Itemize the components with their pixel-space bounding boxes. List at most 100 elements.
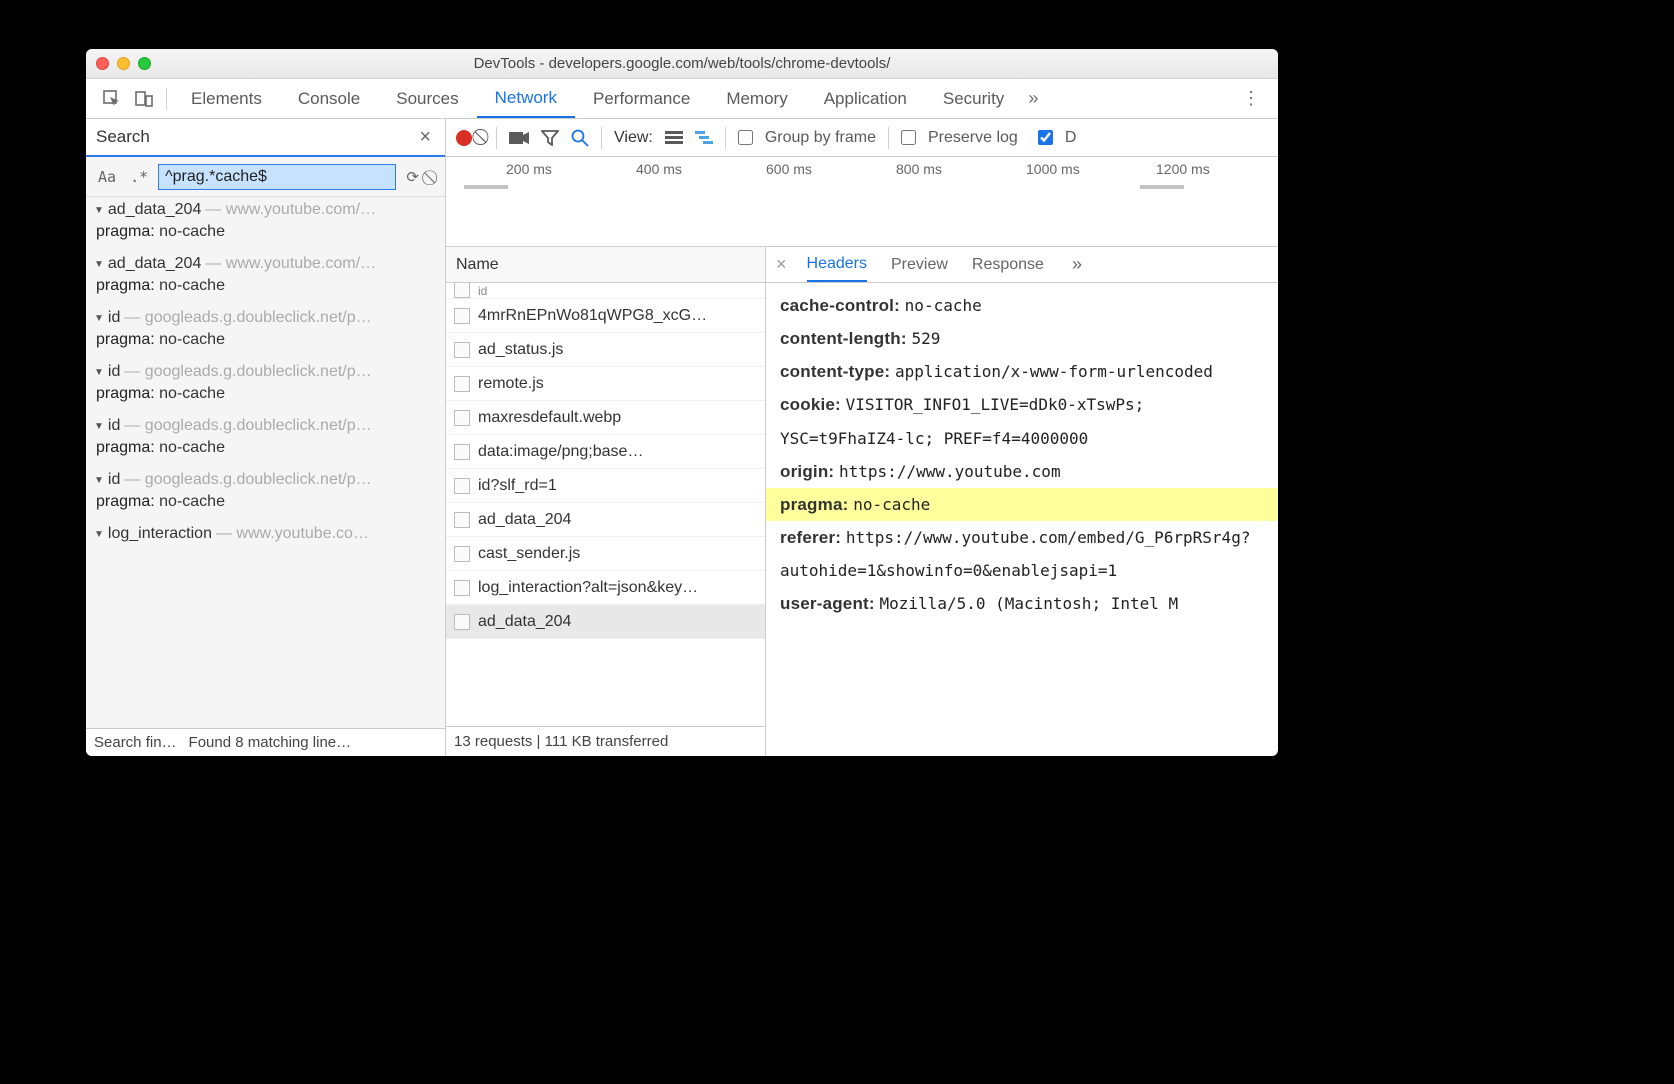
request-item[interactable]: remote.js (446, 367, 765, 401)
request-name: cast_sender.js (478, 545, 580, 563)
large-rows-icon[interactable] (665, 131, 683, 145)
header-value: no-cache (853, 495, 930, 514)
group-by-frame-checkbox[interactable] (738, 130, 753, 145)
kebab-menu-icon[interactable]: ⋮ (1234, 88, 1268, 109)
more-panels-icon[interactable]: » (1022, 88, 1044, 109)
tab-application[interactable]: Application (806, 79, 925, 118)
request-item[interactable]: data:image/png;base… (446, 435, 765, 469)
header-row[interactable]: content-type: application/x-www-form-url… (780, 355, 1264, 388)
search-result[interactable]: ▼ log_interaction — www.youtube.co… (86, 521, 445, 553)
search-result[interactable]: ▼ ad_data_204 — www.youtube.com/…pragma:… (86, 251, 445, 305)
device-toolbar-icon[interactable] (128, 89, 160, 109)
header-row[interactable]: content-length: 529 (780, 322, 1264, 355)
close-search-icon[interactable]: × (415, 126, 435, 149)
request-item[interactable]: id?slf_rd=1 (446, 469, 765, 503)
result-name: id (108, 471, 120, 489)
tab-elements[interactable]: Elements (173, 79, 280, 118)
search-result[interactable]: ▼ id — googleads.g.doubleclick.net/p…pra… (86, 467, 445, 521)
detail-tab-preview[interactable]: Preview (891, 247, 948, 282)
camera-icon[interactable] (509, 131, 529, 145)
detail-tab-headers[interactable]: Headers (807, 247, 867, 282)
header-value: application/x-www-form-urlencoded (895, 362, 1213, 381)
search-result[interactable]: ▼ id — googleads.g.doubleclick.net/p…pra… (86, 305, 445, 359)
request-list-header[interactable]: Name (446, 247, 765, 283)
tab-memory[interactable]: Memory (708, 79, 805, 118)
view-label: View: (614, 129, 653, 147)
disclosure-triangle-icon: ▼ (94, 475, 104, 486)
request-item[interactable]: log_interaction?alt=json&key… (446, 571, 765, 605)
result-name: ad_data_204 (108, 255, 201, 273)
search-input[interactable] (158, 164, 396, 190)
search-bar: Aa .* ⟳ ⃠ (86, 157, 445, 197)
filter-icon[interactable] (541, 130, 559, 146)
file-icon (454, 614, 470, 630)
request-item[interactable]: ad_data_204 (446, 503, 765, 537)
request-name: maxresdefault.webp (478, 409, 621, 427)
tab-performance[interactable]: Performance (575, 79, 708, 118)
tab-security[interactable]: Security (925, 79, 1022, 118)
detail-tab-response[interactable]: Response (972, 247, 1044, 282)
result-domain: — googleads.g.doubleclick.net/p… (124, 417, 371, 435)
timeline-tick: 1200 ms (1156, 161, 1210, 177)
header-row[interactable]: cookie: VISITOR_INFO1_LIVE=dDk0-xTswPs; … (780, 388, 1264, 454)
search-result[interactable]: ▼ ad_data_204 — www.youtube.com/…pragma:… (86, 197, 445, 251)
search-status-bar: Search fin… Found 8 matching line… (86, 728, 445, 756)
zoom-window-button[interactable] (138, 57, 151, 70)
panel-tabs: ElementsConsoleSourcesNetworkPerformance… (86, 79, 1278, 119)
tab-sources[interactable]: Sources (378, 79, 476, 118)
header-row[interactable]: user-agent: Mozilla/5.0 (Macintosh; Inte… (780, 587, 1264, 620)
result-match-key: pragma: (96, 223, 155, 240)
result-match-value: no-cache (159, 439, 225, 456)
result-match-value: no-cache (159, 223, 225, 240)
minimize-window-button[interactable] (117, 57, 130, 70)
search-label: Search (96, 127, 150, 147)
search-panel: Search × Aa .* ⟳ ⃠ ▼ ad_data_204 — www.y… (86, 119, 446, 756)
separator (496, 127, 497, 149)
request-item[interactable]: 4mrRnEPnWo81qWPG8_xcG… (446, 299, 765, 333)
request-item[interactable]: ad_status.js (446, 333, 765, 367)
header-key: content-type: (780, 362, 890, 381)
header-row[interactable]: origin: https://www.youtube.com (780, 455, 1264, 488)
search-icon[interactable] (571, 129, 589, 147)
header-row[interactable]: pragma: no-cache (766, 488, 1278, 521)
file-icon (454, 478, 470, 494)
request-item[interactable]: cast_sender.js (446, 537, 765, 571)
timeline-tick: 400 ms (636, 161, 682, 177)
result-domain: — www.youtube.com/… (205, 255, 376, 273)
close-window-button[interactable] (96, 57, 109, 70)
refresh-search-icon[interactable]: ⟳ (402, 166, 423, 188)
request-item[interactable]: maxresdefault.webp (446, 401, 765, 435)
header-key: pragma: (780, 495, 848, 514)
disable-cache-checkbox[interactable] (1038, 130, 1053, 145)
separator (166, 88, 167, 110)
request-item-partial[interactable]: id (446, 283, 765, 299)
header-row[interactable]: cache-control: no-cache (780, 289, 1264, 322)
search-result[interactable]: ▼ id — googleads.g.doubleclick.net/p…pra… (86, 359, 445, 413)
preserve-log-label[interactable]: Preserve log (928, 129, 1018, 147)
disable-cache-label-partial: D (1065, 129, 1077, 147)
devtools-window: DevTools - developers.google.com/web/too… (86, 49, 1278, 756)
search-result[interactable]: ▼ id — googleads.g.doubleclick.net/p…pra… (86, 413, 445, 467)
clear-search-icon[interactable]: ⃠ (429, 166, 437, 188)
inspect-element-icon[interactable] (96, 89, 128, 109)
header-key: cookie: (780, 395, 841, 414)
result-match-value: no-cache (159, 493, 225, 510)
preserve-log-checkbox[interactable] (901, 130, 916, 145)
waterfall-icon[interactable] (695, 131, 713, 145)
file-icon (454, 342, 470, 358)
header-key: referer: (780, 528, 841, 547)
tab-network[interactable]: Network (477, 79, 575, 118)
close-detail-icon[interactable]: × (776, 254, 789, 275)
header-row[interactable]: referer: https://www.youtube.com/embed/G… (780, 521, 1264, 587)
match-case-toggle[interactable]: Aa (94, 166, 120, 188)
tab-console[interactable]: Console (280, 79, 378, 118)
header-value: https://www.youtube.com/embed/G_P6rpRSr4… (780, 528, 1250, 580)
timeline-tick: 200 ms (506, 161, 552, 177)
timeline[interactable]: 200 ms400 ms600 ms800 ms1000 ms1200 ms (446, 157, 1278, 247)
timeline-segment (464, 185, 508, 189)
record-button[interactable] (456, 130, 472, 146)
group-by-frame-label[interactable]: Group by frame (765, 129, 876, 147)
regex-toggle[interactable]: .* (126, 166, 152, 188)
request-item[interactable]: ad_data_204 (446, 605, 765, 639)
more-detail-tabs-icon[interactable]: » (1072, 254, 1082, 275)
